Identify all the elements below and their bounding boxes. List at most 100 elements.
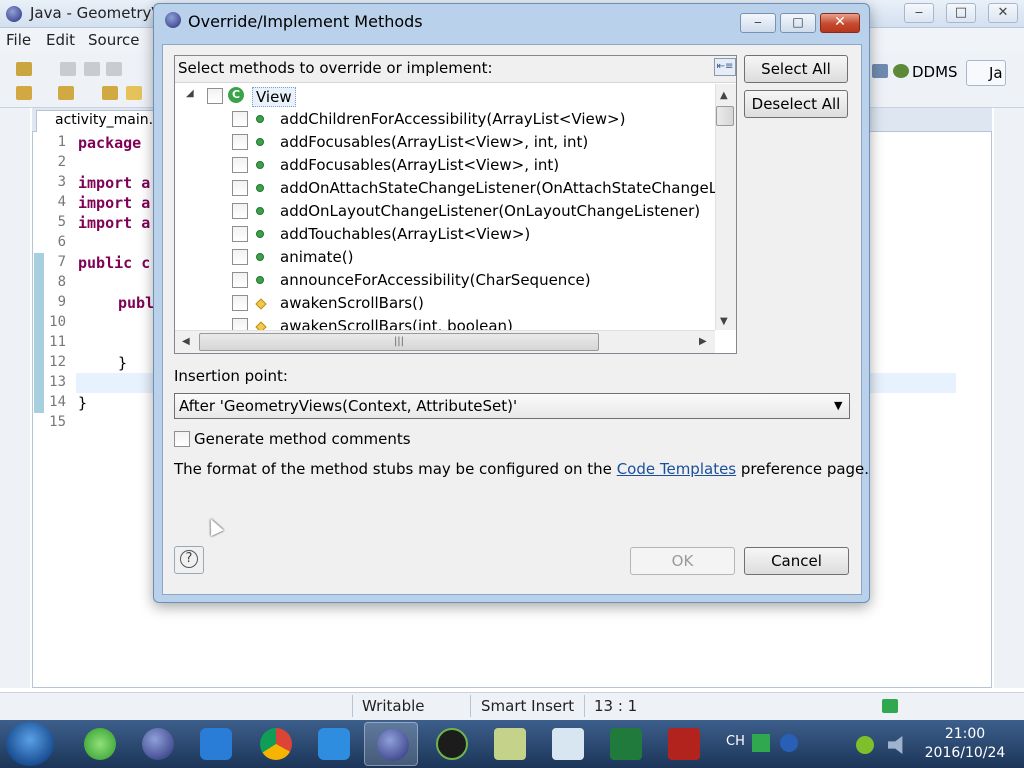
insertion-point-select[interactable]: After 'GeometryViews(Context, AttributeS…: [174, 393, 850, 419]
ime-icon[interactable]: [882, 699, 898, 713]
line-number: 14: [49, 394, 66, 410]
camera-icon: [668, 728, 700, 760]
menu-source[interactable]: Source: [88, 31, 140, 49]
method-name: addFocusables(ArrayList<View>, int, int): [280, 133, 589, 151]
taskbar-eclipse-2[interactable]: [364, 722, 418, 766]
menu-file[interactable]: File: [6, 31, 31, 49]
method-row[interactable]: addOnLayoutChangeListener(OnLayoutChange…: [180, 200, 714, 223]
amd-icon: [436, 728, 468, 760]
save-all-icon[interactable]: [84, 62, 100, 76]
select-all-button[interactable]: Select All: [744, 55, 848, 83]
maximize-button[interactable]: □: [946, 3, 976, 23]
tray-language[interactable]: CH: [726, 734, 745, 749]
dialog-close-button[interactable]: ✕: [820, 13, 860, 33]
next-annotation-icon[interactable]: [16, 86, 32, 100]
select-methods-label: Select methods to override or implement:: [178, 59, 493, 77]
public-method-icon: [256, 115, 264, 123]
method-checkbox[interactable]: [232, 226, 248, 242]
clock-date: 2016/10/24: [924, 745, 1006, 761]
line-number: 11: [49, 334, 66, 350]
taskbar-excel[interactable]: [598, 722, 652, 766]
taskbar-chrome[interactable]: [248, 722, 302, 766]
line-number: 3: [57, 174, 66, 190]
scroll-down-icon[interactable]: ▼: [720, 316, 728, 327]
new-icon[interactable]: [16, 62, 32, 76]
code-line-4: import a: [78, 194, 151, 212]
horizontal-scroll-thumb[interactable]: |||: [199, 333, 599, 351]
method-checkbox[interactable]: [232, 180, 248, 196]
method-checkbox[interactable]: [232, 295, 248, 311]
scroll-right-icon[interactable]: ▶: [699, 336, 707, 347]
dialog-maximize-button[interactable]: □: [780, 13, 816, 33]
chrome-icon: [260, 728, 292, 760]
vertical-scroll-thumb[interactable]: [716, 106, 734, 126]
taskbar-eclipse-1[interactable]: [130, 722, 184, 766]
method-checkbox[interactable]: [232, 157, 248, 173]
ddms-icon[interactable]: [893, 64, 909, 78]
deselect-all-button[interactable]: Deselect All: [744, 90, 848, 118]
taskbar-ie[interactable]: [72, 722, 126, 766]
menu-edit[interactable]: Edit: [46, 31, 75, 49]
method-checkbox[interactable]: [232, 134, 248, 150]
taskbar-camera[interactable]: [656, 722, 710, 766]
taskbar-app[interactable]: [482, 722, 536, 766]
open-perspective-icon[interactable]: [872, 64, 888, 78]
back-icon[interactable]: [126, 86, 142, 100]
line-number: 10: [49, 314, 66, 330]
ie-icon: [84, 728, 116, 760]
taskbar-network[interactable]: [188, 722, 242, 766]
expand-arrow-icon[interactable]: ◢: [186, 88, 194, 99]
tray-plus-icon[interactable]: [856, 736, 874, 754]
network-icon: [200, 728, 232, 760]
taskbar-amd[interactable]: [424, 722, 478, 766]
line-number: 12: [49, 354, 66, 370]
line-number: 4: [57, 194, 66, 210]
scroll-up-icon[interactable]: ▲: [720, 90, 728, 101]
taskbar-cloud[interactable]: [306, 722, 360, 766]
code-templates-link[interactable]: Code Templates: [617, 460, 736, 478]
cancel-button[interactable]: Cancel: [744, 547, 849, 575]
method-checkbox[interactable]: [232, 272, 248, 288]
save-icon[interactable]: [60, 62, 76, 76]
method-row[interactable]: awakenScrollBars(): [180, 292, 714, 315]
tab-activity-main[interactable]: activity_main.: [36, 110, 156, 132]
dropdown-arrow-icon[interactable]: ▼: [834, 399, 842, 412]
tray-help-icon[interactable]: [780, 734, 798, 752]
method-row[interactable]: announceForAccessibility(CharSequence): [180, 269, 714, 292]
method-name: announceForAccessibility(CharSequence): [280, 271, 591, 289]
public-method-icon: [256, 230, 264, 238]
method-row[interactable]: addOnAttachStateChangeListener(OnAttachS…: [180, 177, 729, 200]
clock[interactable]: 21:00 2016/10/24: [910, 725, 1020, 763]
scroll-left-icon[interactable]: ◀: [182, 336, 190, 347]
method-checkbox[interactable]: [232, 111, 248, 127]
ok-button[interactable]: OK: [630, 547, 735, 575]
java-perspective[interactable]: Ja: [966, 60, 1006, 86]
public-method-icon: [256, 161, 264, 169]
method-row[interactable]: addFocusables(ArrayList<View>, int): [180, 154, 714, 177]
method-row[interactable]: addFocusables(ArrayList<View>, int, int): [180, 131, 714, 154]
dialog-minimize-button[interactable]: ‒: [740, 13, 776, 33]
eclipse-logo-icon: [6, 6, 22, 22]
method-row[interactable]: addTouchables(ArrayList<View>): [180, 223, 714, 246]
minimize-button[interactable]: ‒: [904, 3, 934, 23]
ddms-perspective[interactable]: DDMS: [912, 63, 958, 81]
method-row[interactable]: animate(): [180, 246, 714, 269]
method-row[interactable]: addChildrenForAccessibility(ArrayList<Vi…: [180, 108, 714, 131]
generate-comments-checkbox[interactable]: [174, 431, 190, 447]
method-name: addFocusables(ArrayList<View>, int): [280, 156, 560, 174]
method-checkbox[interactable]: [232, 249, 248, 265]
insertion-point-value: After 'GeometryViews(Context, AttributeS…: [179, 397, 518, 415]
start-button[interactable]: [6, 722, 54, 766]
prev-annotation-icon[interactable]: [58, 86, 74, 100]
method-checkbox[interactable]: [232, 203, 248, 219]
close-button[interactable]: ✕: [988, 3, 1018, 23]
print-icon[interactable]: [106, 62, 122, 76]
last-edit-icon[interactable]: [102, 86, 118, 100]
insertion-point-label: Insertion point:: [174, 367, 288, 385]
tree-root-checkbox[interactable]: [207, 88, 223, 104]
info-suffix: preference page.: [740, 460, 870, 478]
collapse-all-icon[interactable]: ⇤≡: [714, 58, 736, 76]
tray-ime-icon[interactable]: [752, 734, 770, 752]
taskbar-notepad[interactable]: [540, 722, 594, 766]
tree-root-row[interactable]: ◢ C View: [180, 85, 714, 108]
